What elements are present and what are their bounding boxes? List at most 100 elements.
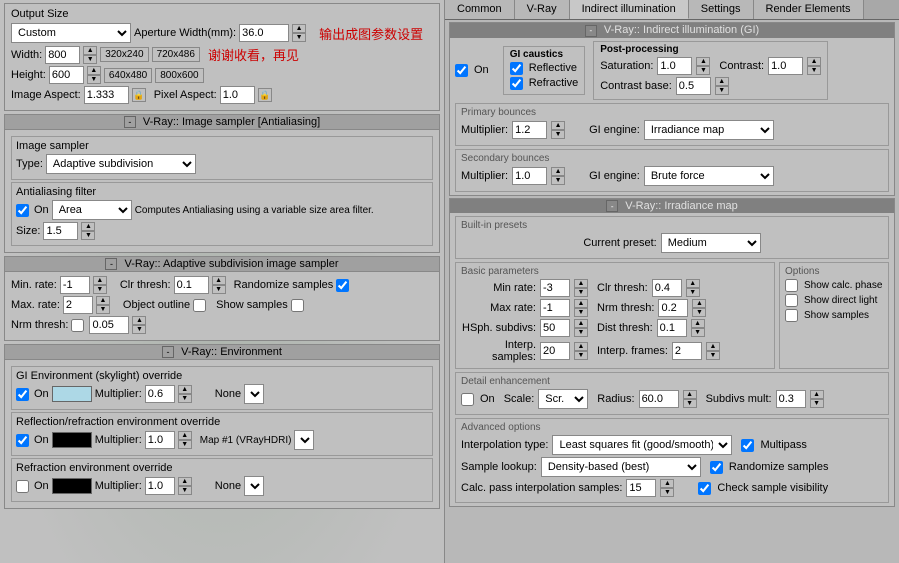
refrac-multiplier-input[interactable] [145,477,175,495]
tab-common[interactable]: Common [445,0,515,19]
scale-select[interactable]: Scr. [538,389,588,409]
gi-engine-primary-select[interactable]: Irradiance map [644,120,774,140]
show-samples-r-checkbox[interactable] [785,309,798,322]
cp-down[interactable]: ▼ [660,488,674,497]
current-preset-select[interactable]: Medium [661,233,761,253]
cb-down[interactable]: ▼ [715,86,729,95]
nrm-thresh-up[interactable]: ▲ [132,316,146,325]
size-up[interactable]: ▲ [81,222,95,231]
image-sampler-collapse[interactable]: - [124,116,136,128]
ctr-down[interactable]: ▼ [686,288,700,297]
refrac-color-swatch[interactable] [52,478,92,494]
ntr-up[interactable]: ▲ [692,299,706,308]
clr-thresh-up[interactable]: ▲ [212,276,226,285]
saturation-input[interactable] [657,57,692,75]
min-rate-r-input[interactable] [540,279,570,297]
sm-up[interactable]: ▲ [551,167,565,176]
sm2-down[interactable]: ▼ [810,399,824,408]
height-up[interactable]: ▲ [87,66,101,75]
clr-thresh-down[interactable]: ▼ [212,285,226,294]
size-input[interactable] [43,222,78,240]
interp-samples-input[interactable] [540,342,570,360]
sm-down[interactable]: ▼ [551,176,565,185]
multipass-checkbox[interactable] [741,439,754,452]
randomize-samples-checkbox[interactable] [710,461,723,474]
min-rate-up[interactable]: ▲ [93,276,107,285]
dist-thresh-input[interactable] [657,319,687,337]
gi-multiplier-input[interactable] [145,385,175,403]
tab-indirect-illumination[interactable]: Indirect illumination [570,0,689,19]
refractive-checkbox[interactable] [510,77,523,90]
nrm-thresh-input[interactable] [89,316,129,334]
show-direct-light-checkbox[interactable] [785,294,798,307]
gi-on-checkbox[interactable] [16,388,29,401]
gi-mult-up[interactable]: ▲ [178,385,192,394]
tab-render-elements[interactable]: Render Elements [754,0,864,19]
pixel-aspect-input[interactable] [220,86,255,104]
nrm-thresh-down[interactable]: ▼ [132,325,146,334]
custom-select[interactable]: Custom [11,23,131,43]
nrm-thresh-r-input[interactable] [658,299,688,317]
ctr-up[interactable]: ▲ [686,279,700,288]
sat-up[interactable]: ▲ [696,57,710,66]
maxr-up[interactable]: ▲ [574,299,588,308]
object-outline-checkbox[interactable] [193,299,206,312]
refrac-mult-up[interactable]: ▲ [178,477,192,486]
gi-collapse[interactable]: - [585,25,597,37]
gi-none-select[interactable] [244,384,264,404]
tab-settings[interactable]: Settings [689,0,754,19]
refrac-none-select[interactable] [244,476,264,496]
ref-mult-down[interactable]: ▼ [178,440,192,449]
width-input[interactable] [45,46,80,64]
ref-on-checkbox[interactable] [16,434,29,447]
environment-collapse[interactable]: - [162,346,174,358]
contrast-down[interactable]: ▼ [807,66,821,75]
pm-up[interactable]: ▲ [551,121,565,130]
show-calc-phase-checkbox[interactable] [785,279,798,292]
contrast-base-input[interactable] [676,77,711,95]
dt-up[interactable]: ▲ [691,319,705,328]
reflective-checkbox[interactable] [510,62,523,75]
gi-mult-down[interactable]: ▼ [178,394,192,403]
preset-720x486[interactable]: 720x486 [152,47,200,62]
radius-up[interactable]: ▲ [683,390,697,399]
clr-thresh-input[interactable] [174,276,209,294]
image-aspect-lock[interactable]: 🔒 [132,88,146,102]
nrm-thresh-checkbox[interactable] [71,319,84,332]
cb-up[interactable]: ▲ [715,77,729,86]
sample-lookup-select[interactable]: Density-based (best) [541,457,701,477]
preset-640x480[interactable]: 640x480 [104,68,152,83]
irradiance-collapse[interactable]: - [606,200,618,212]
max-rate-input[interactable] [63,296,93,314]
gi-engine-secondary-select[interactable]: Brute force [644,166,774,186]
pm-down[interactable]: ▼ [551,130,565,139]
calc-pass-input[interactable] [626,479,656,497]
refrac-on-checkbox[interactable] [16,480,29,493]
preset-320x240[interactable]: 320x240 [100,47,148,62]
type-select[interactable]: Adaptive subdivision [46,154,196,174]
detail-on-checkbox[interactable] [461,393,474,406]
height-input[interactable] [49,66,84,84]
radius-down[interactable]: ▼ [683,399,697,408]
if-down[interactable]: ▼ [706,351,720,360]
mrr-up[interactable]: ▲ [574,279,588,288]
contrast-up[interactable]: ▲ [807,57,821,66]
sat-down[interactable]: ▼ [696,66,710,75]
radius-input[interactable] [639,390,679,408]
max-rate-down[interactable]: ▼ [96,305,110,314]
interp-frames-input[interactable] [672,342,702,360]
tab-vray[interactable]: V-Ray [515,0,570,19]
randomize-checkbox[interactable] [336,279,349,292]
is-down[interactable]: ▼ [574,351,588,360]
aperture-input[interactable] [239,24,289,42]
ref-mult-up[interactable]: ▲ [178,431,192,440]
gi-on-checkbox[interactable] [455,64,468,77]
subdivs-mult-input[interactable] [776,390,806,408]
preset-800x600[interactable]: 800x600 [155,68,203,83]
ref-multiplier-input[interactable] [145,431,175,449]
mrr-down[interactable]: ▼ [574,288,588,297]
filter-type-select[interactable]: Area [52,200,132,220]
ref-map-select[interactable] [294,430,314,450]
ntr-down[interactable]: ▼ [692,308,706,317]
interpolation-type-select[interactable]: Least squares fit (good/smooth) [552,435,732,455]
